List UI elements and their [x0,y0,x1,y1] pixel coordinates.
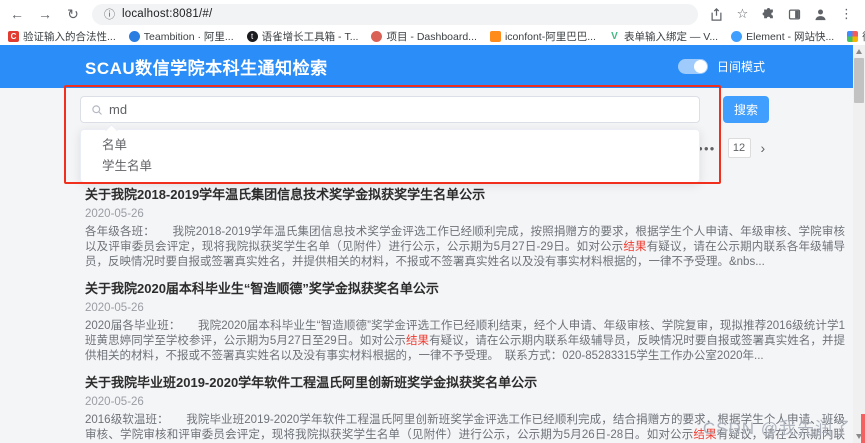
address-bar[interactable]: ⓘ localhost:8081/#/ [92,3,698,25]
notice-body: 各年级各班： 我院2018-2019学年温氏集团信息技术奖学金评选工作已经顺利完… [85,225,845,270]
notice-title-link[interactable]: 关于我院2018-2019学年温氏集团信息技术奖学金拟获奖学生名单公示 [85,184,845,203]
vue-favicon-icon: V [611,31,618,42]
bookmark-item-vue[interactable]: V 表单输入绑定 — V... [609,29,718,44]
teambition-favicon-icon [128,31,140,42]
wechat-mini-favicon-icon [847,31,859,42]
search-button[interactable]: 搜索 [723,96,769,123]
notice-date: 2020-05-26 [85,396,144,408]
notice-item: 关于我院2020届本科毕业生“智造顺德”奖学金拟获奖名单公示 2020-05-2… [85,278,845,364]
browser-actions: ☆ ⋮ [708,6,865,23]
app-header: SCAU数信学院本科生通知检索 日间模式 [0,45,853,88]
url-text: localhost:8081/#/ [122,8,213,20]
notice-body: 2020届各毕业班： 我院2020届本科毕业生“智造顺德”奖学金评选工作已经顺利… [85,319,845,364]
bookmark-item-teambition[interactable]: Teambition · 阿里... [128,29,234,44]
pagination-ellipsis-icon[interactable]: ●●● [698,144,716,153]
bookmark-item-iconfont[interactable]: iconfont-阿里巴巴... [489,29,596,44]
toggle-knob-icon [693,60,707,73]
forward-icon[interactable]: → [34,3,56,25]
reload-icon[interactable]: ↻ [62,3,84,25]
bookmarks-bar: C 验证输入的合法性... Teambition · 阿里... t 语雀增长工具箱… [0,28,865,45]
csdn-watermark: CSDN @我先润了 [702,419,851,438]
iconfont-favicon-icon [489,31,501,42]
notice-keyword-highlight: 结果 [406,335,430,347]
extensions-puzzle-icon[interactable] [760,6,777,23]
search-icon [92,104,102,115]
pagination-next-icon[interactable]: › [761,140,766,156]
csdn-favicon-icon: C [8,31,19,42]
day-mode-label: 日间模式 [716,60,765,74]
notice-date: 2020-05-26 [85,208,144,220]
browser-chrome-bar: ← → ↻ ⓘ localhost:8081/#/ ☆ ⋮ [0,0,865,28]
scrollbar-up-icon[interactable] [856,49,862,54]
pagination: ●●● 12 › [698,138,765,158]
page-title: SCAU数信学院本科生通知检索 [85,59,328,78]
page-scrollbar [853,45,865,443]
notice-keyword-highlight: 结果 [623,241,647,253]
element-favicon-icon [731,31,743,42]
browser-menu-icon[interactable]: ⋮ [838,6,855,23]
bookmark-item-toolbox[interactable]: t 语雀增长工具箱 - T... [246,29,358,44]
suggestion-item[interactable]: 名单 [81,135,699,156]
bookmark-star-icon[interactable]: ☆ [734,6,751,23]
scrollbar-thumb[interactable] [854,58,864,103]
site-info-icon[interactable]: ⓘ [104,6,115,22]
search-suggestions-dropdown: 名单 学生名单 [80,129,700,183]
day-mode-toggle[interactable] [677,59,708,74]
day-mode-group: 日间模式 [677,45,765,88]
profile-avatar-icon[interactable] [812,6,829,23]
notice-item: 关于我院2018-2019学年温氏集团信息技术奖学金拟获奖学生名单公示 2020… [85,184,845,270]
main-content: 搜索 名单 学生名单 ●●● 12 › 关于我院2018-2019学年温氏集团信… [0,88,853,443]
search-input-wrapper [80,96,700,123]
back-icon[interactable]: ← [6,3,28,25]
toolbox-favicon-icon: t [246,31,258,42]
watermark-red-strip [861,414,865,443]
browser-window: ← → ↻ ⓘ localhost:8081/#/ ☆ ⋮ C 验证输入的合法性.… [0,0,865,443]
search-input[interactable] [109,102,689,117]
bookmark-item-csdn[interactable]: C 验证输入的合法性... [8,29,116,44]
suggestion-item[interactable]: 学生名单 [81,156,699,177]
dashboard-favicon-icon [371,31,383,42]
bookmark-item-element[interactable]: Element - 网站快... [731,29,834,44]
notice-title-link[interactable]: 关于我院2020届本科毕业生“智造顺德”奖学金拟获奖名单公示 [85,278,845,297]
bookmark-item-dashboard[interactable]: 项目 - Dashboard... [371,29,477,44]
side-panel-icon[interactable] [786,6,803,23]
bookmark-item-wechat-mini[interactable]: 微信小程序接入指... [847,29,865,44]
share-icon[interactable] [708,6,725,23]
notice-title-link[interactable]: 关于我院毕业班2019-2020学年软件工程温氏阿里创新班奖学金拟获奖名单公示 [85,372,845,391]
pagination-page-12[interactable]: 12 [727,138,751,158]
notice-date: 2020-05-26 [85,302,144,314]
